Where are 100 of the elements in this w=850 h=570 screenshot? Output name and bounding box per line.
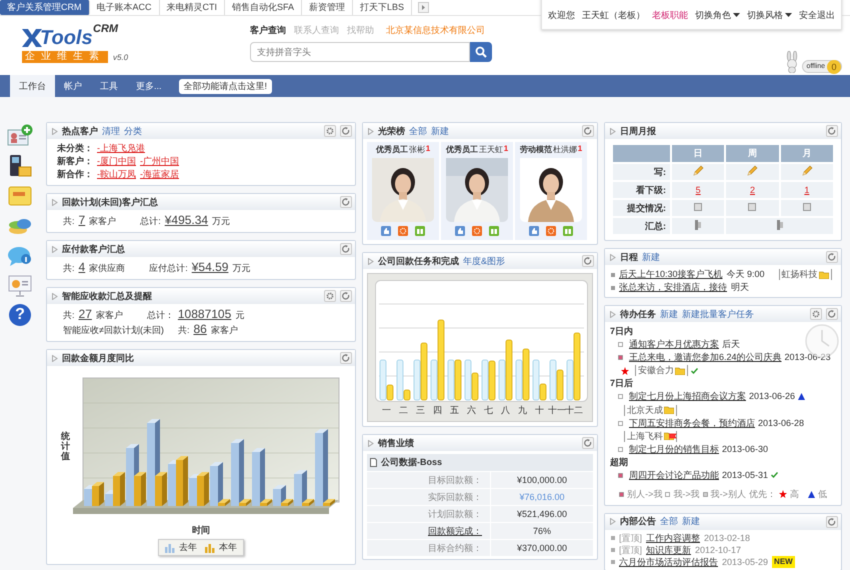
task-link[interactable]: 下周五安排商务会餐，预约酒店 [629, 418, 755, 428]
summary-value[interactable]: ¥54.59 [192, 260, 228, 274]
expand-icon[interactable] [610, 310, 616, 318]
event-link[interactable]: 后天上午10:30接客户飞机 [619, 268, 723, 281]
settings-button[interactable] [324, 125, 336, 137]
presentation-icon[interactable] [7, 274, 33, 298]
panel-link[interactable]: 新建批量客户任务 [682, 308, 754, 320]
panel-link[interactable]: 新建 [660, 308, 678, 320]
arrow-right-icon[interactable] [418, 2, 430, 13]
status-icon[interactable] [748, 203, 756, 211]
panel-link[interactable]: 新建 [642, 250, 660, 264]
refresh-button[interactable] [582, 255, 594, 267]
refresh-button[interactable] [340, 196, 352, 208]
task-link[interactable]: 周四开会讨论产品功能 [629, 470, 719, 480]
panel-link[interactable]: 年度&图形 [463, 254, 506, 268]
refresh-button[interactable] [582, 437, 594, 449]
flower-icon[interactable] [472, 226, 482, 236]
refresh-button[interactable] [340, 125, 352, 137]
summary-value[interactable]: 86 [193, 322, 207, 336]
customer-link[interactable]: -上海飞凫港 [97, 142, 145, 155]
module-tab[interactable]: 打天下LBS [353, 0, 412, 15]
pencil-icon[interactable] [746, 165, 758, 177]
metric-label[interactable]: 回款额完成： [428, 526, 482, 536]
notice-link[interactable]: 六月份市场活动评估报告 [619, 556, 718, 568]
refresh-button[interactable] [826, 308, 838, 320]
notice-link[interactable]: 工作内容调整 [646, 532, 700, 544]
employee-name[interactable]: 王天虹 [478, 144, 503, 155]
module-tab[interactable]: 销售自动化SFA [225, 0, 302, 15]
settings-button[interactable] [810, 308, 822, 320]
panel-link[interactable]: 分类 [124, 124, 142, 138]
book-icon[interactable] [415, 226, 425, 236]
flower-icon[interactable] [398, 226, 408, 236]
expand-icon[interactable] [52, 198, 58, 206]
event-link[interactable]: 张总来访，安排酒店，接待 [619, 281, 727, 294]
thumbs-up-icon[interactable] [381, 226, 391, 236]
hint-tooltip[interactable]: 全部功能请点击这里! [178, 78, 272, 94]
notice-link[interactable]: 知识库更新 [646, 544, 692, 556]
status-icon[interactable] [694, 203, 702, 211]
expand-icon[interactable] [610, 518, 616, 526]
chat-bubble-icon[interactable] [7, 244, 33, 268]
module-tab[interactable]: 电子账本ACC [90, 0, 160, 15]
nav-tab[interactable]: 工具 [91, 75, 127, 97]
module-tab[interactable]: 来电精灵CTI [160, 0, 226, 15]
expand-icon[interactable] [52, 128, 58, 134]
refresh-button[interactable] [340, 352, 352, 364]
customer-link[interactable]: -广州中国 [140, 155, 179, 168]
note-icon[interactable] [7, 184, 33, 208]
summary-value[interactable]: 27 [78, 307, 92, 321]
customer-link[interactable]: -厦门中国 [97, 155, 136, 168]
task-link[interactable]: 王总来电，邀请您参加6.24的公司庆典 [629, 352, 782, 362]
panel-link[interactable]: 新建 [431, 124, 449, 138]
logout-link[interactable]: 安全退出 [799, 8, 835, 22]
summary-value[interactable]: 10887105 [178, 307, 232, 321]
task-link[interactable]: 制定七月份的销售目标 [629, 444, 719, 454]
thumbs-up-icon[interactable] [529, 226, 539, 236]
thumbs-up-icon[interactable] [455, 226, 465, 236]
panel-link[interactable]: 全部 [409, 124, 427, 138]
refresh-button[interactable] [826, 516, 838, 528]
expand-icon[interactable] [52, 292, 58, 300]
expand-icon[interactable] [610, 128, 616, 134]
module-tab[interactable]: 薪资管理 [302, 0, 354, 15]
help-icon[interactable]: ? [9, 304, 31, 326]
settings-button[interactable] [324, 290, 336, 302]
refresh-button[interactable] [340, 290, 352, 302]
count-link[interactable]: 1 [804, 185, 810, 195]
dropdown-menu[interactable]: 切换风格 [747, 8, 792, 22]
refresh-button[interactable] [826, 125, 838, 137]
expand-icon[interactable] [610, 254, 616, 260]
summary-value[interactable]: 4 [78, 260, 86, 274]
expand-icon[interactable] [52, 354, 58, 362]
module-tab[interactable]: 客户关系管理CRM [0, 0, 90, 15]
refresh-button[interactable] [582, 125, 594, 137]
customer-link[interactable]: -海蓝家居 [140, 168, 179, 181]
status-icon[interactable] [802, 203, 811, 211]
search-tab[interactable]: 客户查询 [250, 24, 286, 37]
customer-tag[interactable]: 虹扬科技 [778, 269, 832, 280]
customer-link[interactable]: -鞍山万凤 [97, 168, 136, 181]
book-icon[interactable] [563, 226, 573, 236]
summary-icon[interactable] [695, 220, 702, 230]
task-link[interactable]: 制定七月份上海招商会议方案 [629, 391, 746, 402]
employee-name[interactable]: 张彬 [408, 144, 425, 155]
panel-link[interactable]: 全部 [660, 515, 678, 528]
task-link[interactable]: 通知客户本月优惠方案 [629, 339, 719, 350]
expand-icon[interactable] [368, 128, 374, 134]
panel-link[interactable]: 新建 [682, 515, 700, 528]
customer-tag[interactable]: 安徽合力 [635, 365, 688, 376]
expand-icon[interactable] [52, 246, 58, 252]
refresh-button[interactable] [340, 243, 352, 255]
phone-icon[interactable] [7, 154, 33, 178]
customer-tag[interactable]: 北京天成 [624, 404, 677, 416]
refresh-button[interactable] [826, 251, 838, 263]
count-link[interactable]: 5 [696, 185, 701, 195]
search-button[interactable] [470, 42, 492, 62]
employee-name[interactable]: 杜洪娜 [552, 144, 577, 155]
summary-icon[interactable] [776, 220, 783, 230]
nav-tab[interactable]: 工作台 [10, 75, 55, 97]
expand-icon[interactable] [368, 258, 374, 264]
nav-tab[interactable]: 帐户 [55, 75, 91, 97]
add-contact-icon[interactable] [7, 124, 33, 148]
summary-value[interactable]: 7 [78, 213, 86, 227]
